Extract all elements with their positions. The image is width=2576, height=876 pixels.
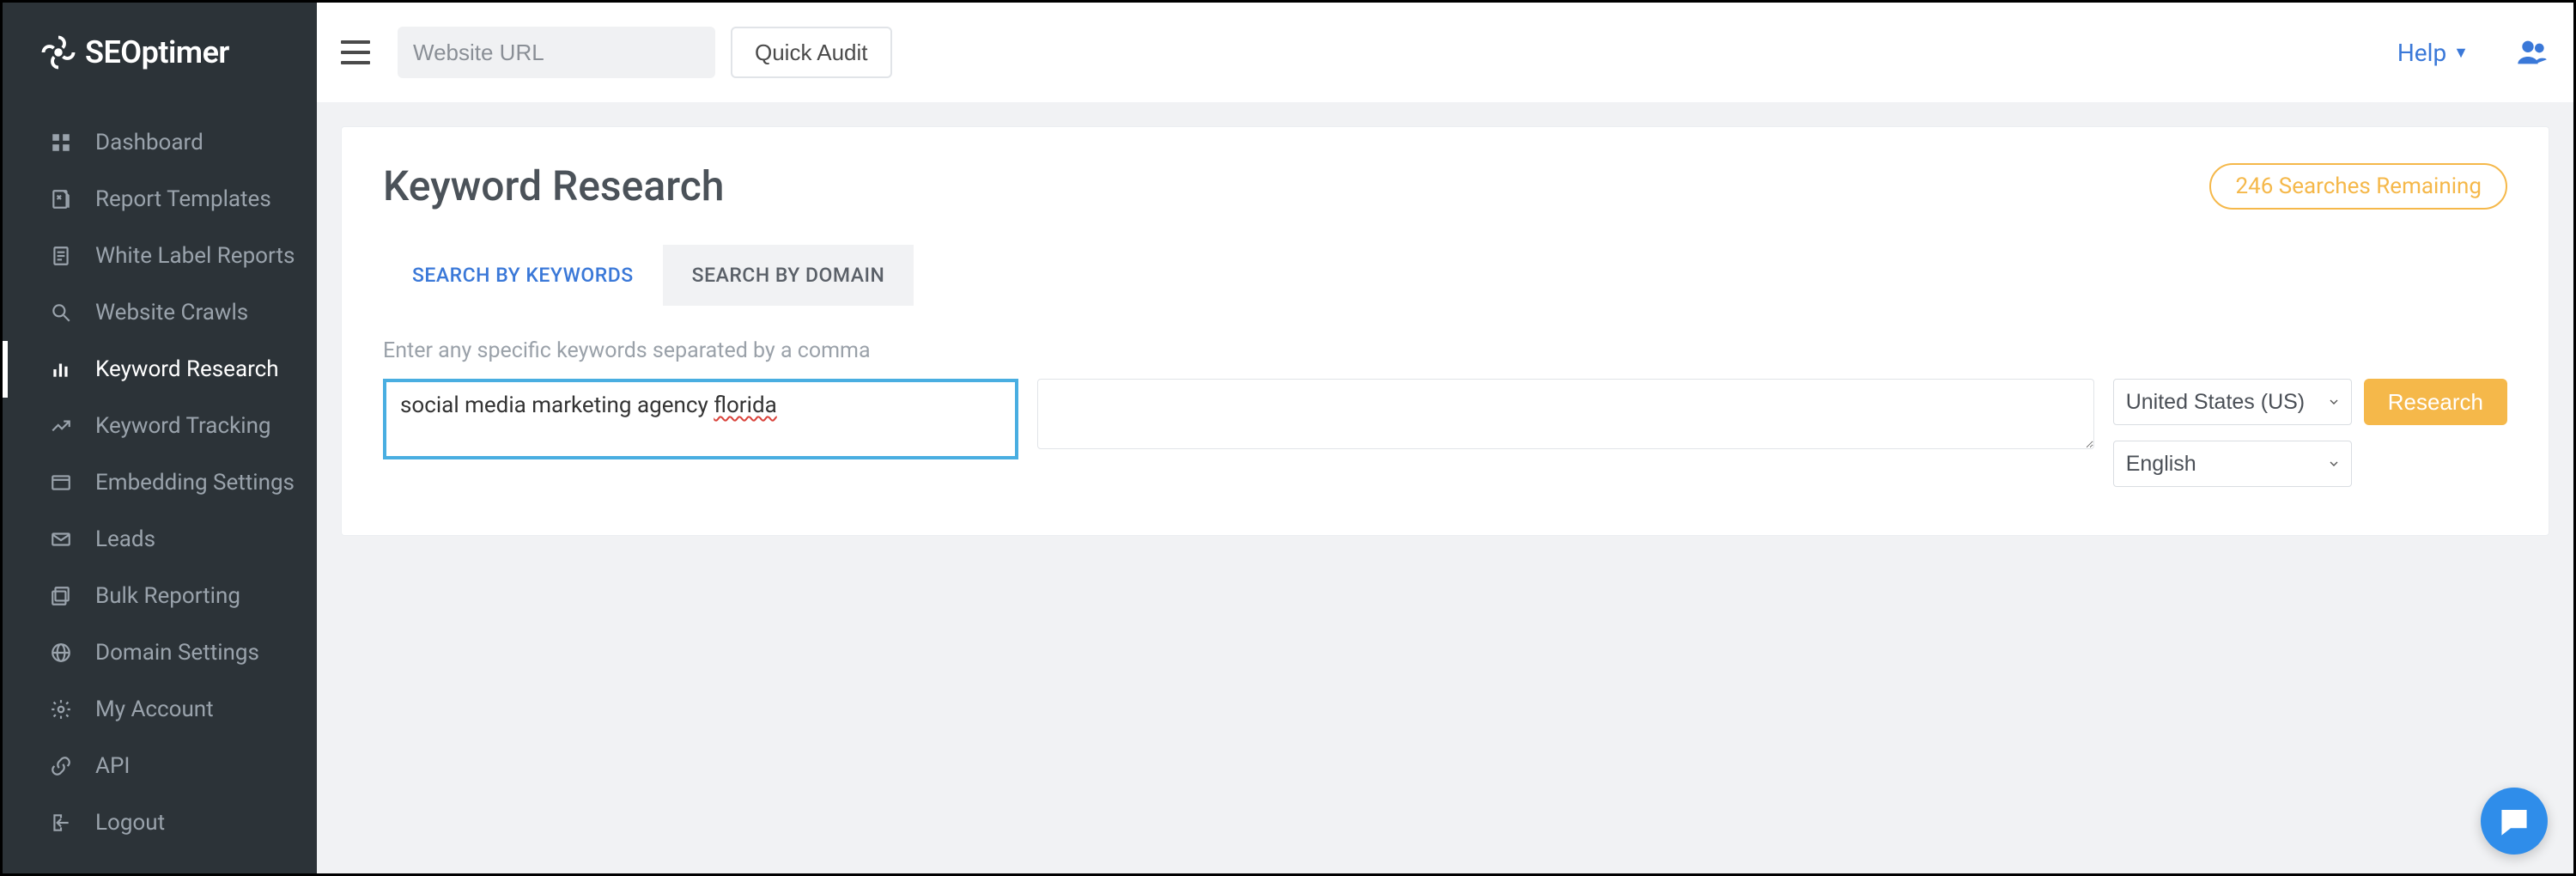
sidebar-nav: Dashboard Report Templates White Label R… (3, 102, 317, 851)
tab-search-by-keywords[interactable]: SEARCH BY KEYWORDS (383, 245, 663, 306)
sidebar-item-label: Keyword Research (95, 356, 279, 382)
sidebar-item-label: Website Crawls (95, 300, 248, 325)
brand-logo[interactable]: SEOptimer (3, 3, 317, 102)
sidebar-item-label: Leads (95, 526, 155, 552)
search-icon (49, 301, 73, 325)
users-icon[interactable] (2515, 35, 2549, 70)
sidebar-item-keyword-tracking[interactable]: Keyword Tracking (3, 398, 317, 454)
keyword-text-prefix: social media marketing agency (400, 392, 714, 418)
chat-icon (2498, 805, 2530, 837)
sidebar-item-label: Keyword Tracking (95, 413, 271, 439)
link-icon (49, 754, 73, 778)
globe-icon (49, 641, 73, 665)
content-area: Keyword Research 246 Searches Remaining … (317, 102, 2573, 873)
country-select[interactable]: United States (US) (2113, 379, 2352, 425)
document-icon (49, 244, 73, 268)
sidebar-item-label: My Account (95, 697, 214, 722)
sidebar-item-logout[interactable]: Logout (3, 794, 317, 851)
research-button[interactable]: Research (2364, 379, 2507, 425)
sidebar-item-my-account[interactable]: My Account (3, 681, 317, 738)
gear-icon (49, 697, 73, 721)
keyword-research-card: Keyword Research 246 Searches Remaining … (341, 126, 2549, 536)
keyword-hint: Enter any specific keywords separated by… (383, 338, 2507, 363)
caret-down-icon: ▼ (2453, 44, 2469, 62)
brand-name: SEOptimer (85, 34, 229, 70)
sidebar-item-label: Domain Settings (95, 640, 259, 666)
sidebar-item-label: Logout (95, 810, 165, 836)
tab-search-by-domain[interactable]: SEARCH BY DOMAIN (663, 245, 914, 306)
help-dropdown[interactable]: Help ▼ (2397, 39, 2469, 67)
template-icon (49, 187, 73, 211)
keywords-textarea-extended[interactable] (1037, 379, 2094, 449)
search-mode-tabs: SEARCH BY KEYWORDS SEARCH BY DOMAIN (383, 245, 2507, 306)
dashboard-icon (49, 131, 73, 155)
sidebar-item-label: API (95, 753, 130, 779)
sidebar-item-label: Bulk Reporting (95, 583, 240, 609)
barchart-icon (49, 357, 73, 381)
website-url-input[interactable] (398, 27, 715, 78)
logo-icon (40, 34, 76, 70)
searches-remaining-badge: 246 Searches Remaining (2209, 163, 2507, 210)
quick-audit-button[interactable]: Quick Audit (731, 27, 892, 78)
code-icon (49, 471, 73, 495)
sidebar-item-bulk-reporting[interactable]: Bulk Reporting (3, 568, 317, 624)
help-label: Help (2397, 39, 2446, 67)
topbar: Quick Audit Help ▼ (317, 3, 2573, 102)
sidebar-item-report-templates[interactable]: Report Templates (3, 171, 317, 228)
sidebar-item-api[interactable]: API (3, 738, 317, 794)
sidebar-item-dashboard[interactable]: Dashboard (3, 114, 317, 171)
main: Quick Audit Help ▼ Keyword Research 246 … (317, 3, 2573, 873)
sidebar-item-leads[interactable]: Leads (3, 511, 317, 568)
sidebar-item-label: Embedding Settings (95, 470, 295, 496)
page-title: Keyword Research (383, 161, 724, 210)
stack-icon (49, 584, 73, 608)
sidebar-item-white-label[interactable]: White Label Reports (3, 228, 317, 284)
trend-icon (49, 414, 73, 438)
sidebar-item-domain-settings[interactable]: Domain Settings (3, 624, 317, 681)
language-select[interactable]: English (2113, 441, 2352, 487)
keywords-input[interactable]: social media marketing agency florida (383, 379, 1018, 459)
logout-icon (49, 811, 73, 835)
chat-widget-button[interactable] (2481, 788, 2548, 855)
search-row: social media marketing agency florida Un… (383, 379, 2507, 487)
sidebar-item-keyword-research[interactable]: Keyword Research (3, 341, 317, 398)
sidebar-item-embedding-settings[interactable]: Embedding Settings (3, 454, 317, 511)
sidebar-item-website-crawls[interactable]: Website Crawls (3, 284, 317, 341)
hamburger-icon[interactable] (341, 40, 370, 64)
keyword-text-underlined: florida (714, 392, 777, 418)
sidebar-item-label: Dashboard (95, 130, 204, 155)
envelope-icon (49, 527, 73, 551)
sidebar-item-label: Report Templates (95, 186, 271, 212)
sidebar-item-label: White Label Reports (95, 243, 295, 269)
sidebar: SEOptimer Dashboard Report Templates Whi… (3, 3, 317, 873)
